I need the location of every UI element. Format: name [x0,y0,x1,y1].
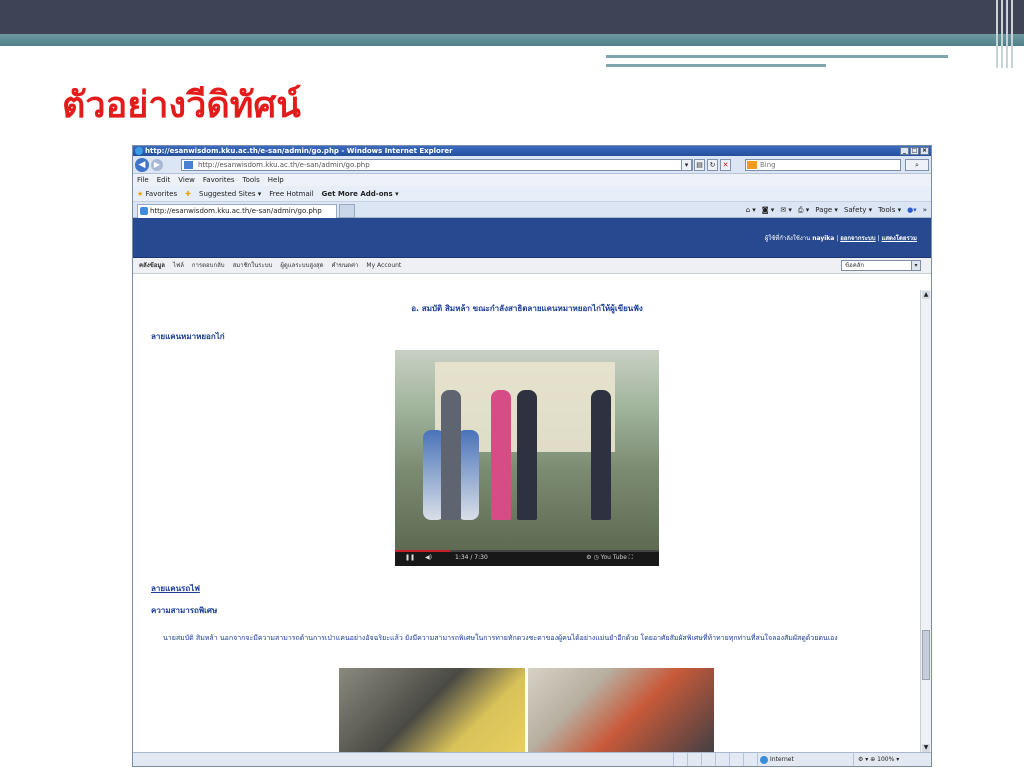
stop-icon[interactable]: ✕ [720,159,731,171]
close-icon[interactable]: × [920,147,929,155]
decor-vertical-lines [996,0,1016,68]
youtube-logo[interactable]: ⚙ ◷ You Tube ⛶ [586,550,633,566]
help-icon[interactable]: ●▾ [907,204,917,216]
site-nav: คลังข้อมูล ไฟล์ การตอบกลับ สมาชิกในระบบ … [133,258,931,274]
username: nayika [812,235,835,242]
tab-bar: http://esanwisdom.kku.ac.th/e-san/admin/… [133,202,931,218]
menu-view[interactable]: View [178,174,195,186]
status-cells [673,753,757,766]
home-icon[interactable]: ⌂ ▾ [746,204,756,216]
nav-item-files[interactable]: ไฟล์ [173,258,184,273]
window-controls: _ □ × [900,147,929,155]
pause-icon[interactable]: ❚❚ [405,554,415,561]
print-icon[interactable]: ⎙ ▾ [798,204,809,216]
video-time: 1:34 / 7:30 [455,554,488,561]
favorites-bar: ★ Favorites ✚ Suggested Sites ▾ Free Hot… [133,186,931,202]
menu-favorites[interactable]: Favorites [203,174,235,186]
video-caption: อ. สมบัติ สิมหล้า ขณะกำลังสาธิตลายแคนหมา… [411,304,643,313]
command-bar: ⌂ ▾ ◙ ▾ ✉ ▾ ⎙ ▾ Page ▾ Safety ▾ Tools ▾ … [746,204,927,216]
maximize-icon[interactable]: □ [910,147,919,155]
chevron-down-icon: ▾ [911,261,920,270]
window-title: http://esanwisdom.kku.ac.th/e-san/admin/… [145,147,453,155]
section-heading: ลายแคนหมาหยอกไก่ [151,332,225,341]
tools-menu[interactable]: Tools ▾ [878,204,901,216]
bing-icon [747,161,757,169]
performer [517,390,537,520]
feeds-icon[interactable]: ◙ ▾ [762,204,775,216]
tab-current[interactable]: http://esanwisdom.kku.ac.th/e-san/admin/… [137,204,337,218]
site-select[interactable]: ข้อคลัก ▾ [841,260,921,271]
volume-icon[interactable]: ◀) [425,554,432,561]
slide-title: ตัวอย่างวีดิทัศน์ [62,84,301,126]
menu-tools[interactable]: Tools [243,174,260,186]
scroll-thumb[interactable] [922,630,930,680]
suggested-sites-link[interactable]: Suggested Sites ▾ [199,186,261,201]
accent-band [0,34,1024,46]
page-content: อ. สมบัติ สิมหล้า ขณะกำลังสาธิตลายแคนหมา… [133,290,921,753]
minimize-icon[interactable]: _ [900,147,909,155]
photo [339,668,525,753]
new-tab-button[interactable] [339,204,355,218]
slide: ตัวอย่างวีดิทัศน์ http://esanwisdom.kku.… [0,0,1024,768]
address-bar-row: ◀ ▶ http://esanwisdom.kku.ac.th/e-san/ad… [133,156,931,174]
page-icon [140,207,148,215]
logout-link[interactable]: ออกจากระบบ [840,235,875,242]
menu-help[interactable]: Help [268,174,284,186]
nav-item-admin[interactable]: ผู้ดูแลระบบสูงสุด [280,258,323,273]
window-titlebar: http://esanwisdom.kku.ac.th/e-san/admin/… [133,146,931,156]
show-all-link[interactable]: แสดงโดยรวม [881,235,917,242]
address-tools: ▾ ▤ ↻ ✕ [681,159,731,171]
scroll-down-icon[interactable]: ▼ [922,744,930,752]
menu-file[interactable]: File [137,174,149,186]
search-icon[interactable]: ⌕ [905,159,929,171]
dropdown-icon[interactable]: ▾ [681,159,692,171]
status-bar: Internet ⚙ ▾ ⊕ 100% ▾ [133,752,931,766]
addons-link[interactable]: Get More Add-ons ▾ [322,186,399,201]
performer [441,390,461,520]
globe-icon [760,756,768,764]
photo [528,668,714,753]
performer [491,390,511,520]
decor-line [606,55,948,58]
back-icon[interactable]: ◀ [135,158,149,172]
address-input[interactable]: http://esanwisdom.kku.ac.th/e-san/admin/… [181,159,693,171]
nav-item-settings[interactable]: คำขนดค่า [332,258,359,273]
nav-item-members[interactable]: สมาชิกในระบบ [233,258,273,273]
vertical-scrollbar[interactable]: ▲ ▼ [920,290,931,753]
video-frame [395,350,659,550]
nav-item-my-account[interactable]: My Account [366,258,401,273]
nav-item-repository[interactable]: คลังข้อมูล [139,258,165,273]
browser-window: http://esanwisdom.kku.ac.th/e-san/admin/… [132,145,932,767]
performer [591,390,611,520]
video-player[interactable]: ❚❚ ◀) 1:34 / 7:30 ⚙ ◷ You Tube ⛶ [395,350,659,566]
zoom-control[interactable]: ⚙ ▾ ⊕ 100% ▾ [853,753,931,766]
description-paragraph: นายสมบัติ สิมหล้า นอกจากจะมีความสามารถด้… [163,634,838,642]
header-band [0,0,1024,34]
ie-logo-icon [135,147,143,155]
security-zone[interactable]: Internet [757,753,847,766]
section-heading: ความสามารถพิเศษ [151,606,218,615]
page-menu[interactable]: Page ▾ [815,204,838,216]
user-status: ผู้ใช้ที่กำลังใช้งาน nayika | ออกจากระบบ… [764,235,917,242]
mail-icon[interactable]: ✉ ▾ [780,204,792,216]
chevron-icon[interactable]: » [923,204,927,216]
decor-line [606,64,826,67]
compat-icon[interactable]: ▤ [694,159,705,171]
section-link[interactable]: ลายแคนรถไฟ [151,582,200,595]
search-input[interactable]: Bing [745,159,901,171]
refresh-icon[interactable]: ↻ [707,159,718,171]
scroll-up-icon[interactable]: ▲ [922,291,930,299]
hotmail-link[interactable]: Free Hotmail [269,186,313,201]
add-favorite-icon[interactable]: ✚ [185,186,191,201]
menu-edit[interactable]: Edit [157,174,171,186]
page-icon [184,161,193,169]
menu-bar: File Edit View Favorites Tools Help [133,174,931,186]
star-icon: ★ [137,190,144,198]
video-controls: ❚❚ ◀) 1:34 / 7:30 ⚙ ◷ You Tube ⛶ [395,550,659,566]
favorites-button[interactable]: ★ Favorites [137,186,177,201]
nav-item-replies[interactable]: การตอบกลับ [192,258,225,273]
site-header: ผู้ใช้ที่กำลังใช้งาน nayika | ออกจากระบบ… [133,218,931,258]
forward-icon[interactable]: ▶ [151,159,163,171]
safety-menu[interactable]: Safety ▾ [844,204,872,216]
